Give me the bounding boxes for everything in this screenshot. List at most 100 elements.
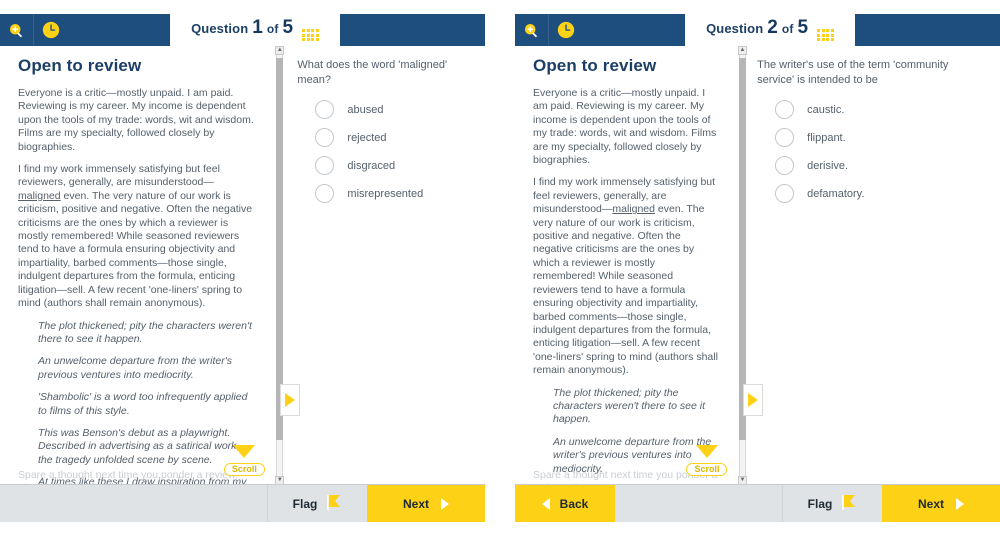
question-total: 5 — [282, 16, 294, 38]
clock-icon[interactable] — [549, 14, 582, 46]
question-text: The writer's use of the term 'community … — [757, 59, 949, 86]
scroll-hint-label: Scroll — [686, 463, 728, 476]
footer-divider — [515, 484, 1000, 485]
next-button[interactable]: Next — [882, 485, 1000, 522]
radio-button-icon[interactable] — [315, 156, 335, 175]
question-total: 5 — [797, 16, 809, 38]
cut-off-text: Spare a thought next time you ponder a r… — [18, 469, 239, 485]
magnifier-plus-icon[interactable] — [0, 14, 33, 46]
of-word: of — [266, 21, 279, 36]
radio-button-icon[interactable] — [775, 100, 795, 119]
clock-icon[interactable] — [34, 14, 67, 46]
expand-passage-button[interactable] — [742, 384, 763, 416]
passage-scrollbar[interactable]: ▲ ▼ — [735, 46, 763, 485]
question-word: Question — [191, 20, 249, 36]
passage-paragraph: Everyone is a critic—mostly unpaid. I am… — [533, 87, 717, 167]
passage-scrollbar[interactable]: ▲ ▼ — [272, 46, 301, 485]
answer-option[interactable]: caustic. — [757, 100, 986, 119]
magnifier-plus-icon[interactable] — [515, 14, 548, 46]
panel-header: Question 2 of 5 — [515, 14, 1000, 46]
question-text: What does the word 'maligned' mean? — [297, 59, 448, 86]
scroll-hint[interactable]: Scroll — [685, 445, 729, 477]
passage-quote: This was Benson's debut as a playwright.… — [38, 426, 240, 466]
flag-icon — [326, 494, 342, 514]
answer-option[interactable]: rejected — [297, 128, 471, 147]
answer-option[interactable]: abused — [297, 100, 471, 119]
next-button[interactable]: Next — [367, 485, 485, 522]
grid-icon[interactable] — [302, 28, 319, 42]
exam-panel-question-2: Question 2 of 5 Open to review Everyone … — [515, 14, 1000, 522]
radio-button-icon[interactable] — [315, 128, 335, 147]
passage-quote: The plot thickened; pity the characters … — [553, 386, 705, 426]
panel-footer: Back Flag Next — [515, 484, 1000, 522]
answer-option-label: derisive. — [807, 159, 849, 172]
chevron-right-icon — [441, 497, 449, 510]
answer-option[interactable]: derisive. — [757, 156, 986, 175]
passage-paragraph: I find my work immensely satisfying but … — [533, 176, 718, 377]
exam-panel-question-1: Question 1 of 5 Open to review Everyone … — [0, 14, 485, 522]
answer-options: caustic. flippant. derisive. defamatory. — [757, 100, 986, 203]
flag-button[interactable]: Flag — [267, 485, 367, 522]
question-counter: Question 2 of 5 — [685, 14, 855, 46]
back-button-label: Back — [559, 496, 589, 511]
radio-button-icon[interactable] — [315, 184, 335, 203]
expand-passage-button[interactable] — [280, 384, 301, 416]
passage-quote: An unwelcome departure from the writer's… — [38, 355, 233, 381]
radio-button-icon[interactable] — [775, 128, 795, 147]
answer-option[interactable]: disgraced — [297, 156, 471, 175]
answer-options: abused rejected disgraced misrepresented — [297, 100, 471, 203]
flag-button-label: Flag — [807, 496, 833, 511]
footer-spacer — [0, 485, 267, 522]
footer-divider — [0, 484, 485, 485]
panel-body: Open to review Everyone is a critic—most… — [515, 46, 1000, 485]
of-word: of — [781, 21, 794, 36]
answer-option[interactable]: misrepresented — [297, 184, 471, 203]
header-right-filler — [340, 14, 485, 46]
radio-button-icon[interactable] — [315, 100, 335, 119]
header-tools — [0, 14, 170, 46]
underlined-term: maligned — [18, 189, 61, 202]
exam-screenshot: Question 1 of 5 Open to review Everyone … — [0, 0, 1000, 536]
scrollbar-thumb[interactable] — [276, 58, 284, 440]
radio-button-icon[interactable] — [775, 184, 795, 203]
radio-button-icon[interactable] — [775, 156, 795, 175]
answer-option[interactable]: defamatory. — [757, 184, 986, 203]
scroll-up-arrow-icon[interactable]: ▲ — [737, 46, 747, 55]
chevron-left-icon — [541, 497, 550, 510]
answer-option-label: flippant. — [807, 131, 846, 144]
scroll-up-arrow-icon[interactable]: ▲ — [275, 46, 285, 55]
next-button-label: Next — [917, 496, 944, 511]
passage-cut-off-line: Spare a thought next time you ponder a r… — [18, 469, 256, 485]
footer-spacer — [615, 485, 782, 522]
grid-icon[interactable] — [817, 28, 834, 42]
underlined-term: maligned — [612, 203, 655, 216]
passage-paragraph: Everyone is a critic—mostly unpaid. I am… — [18, 87, 254, 153]
question-number: 2 — [767, 16, 778, 38]
next-button-label: Next — [402, 496, 429, 511]
question-pane: The writer's use of the term 'community … — [745, 46, 1000, 485]
passage-title: Open to review — [18, 56, 142, 75]
flag-icon — [841, 494, 857, 514]
passage-quote: 'Shambolic' is a word too infrequently a… — [38, 391, 248, 417]
panel-footer: Flag Next — [0, 484, 485, 522]
scrollbar-thumb[interactable] — [738, 58, 746, 440]
passage-pane: Open to review Everyone is a critic—most… — [0, 46, 272, 485]
flag-button[interactable]: Flag — [782, 485, 882, 522]
question-pane: What does the word 'maligned' mean? abus… — [285, 46, 485, 485]
panel-body: Open to review Everyone is a critic—most… — [0, 46, 485, 485]
question-counter: Question 1 of 5 — [170, 14, 340, 46]
chevron-down-icon — [233, 445, 256, 458]
answer-option-label: disgraced — [347, 159, 396, 172]
flag-button-label: Flag — [292, 496, 318, 511]
chevron-down-icon — [695, 445, 718, 458]
scroll-hint[interactable]: Scroll — [222, 445, 266, 477]
answer-option[interactable]: flippant. — [757, 128, 986, 147]
answer-option-label: defamatory. — [807, 187, 865, 200]
back-button[interactable]: Back — [515, 485, 615, 522]
passage-quote: The plot thickened; pity the characters … — [38, 319, 252, 345]
question-number: 1 — [252, 16, 263, 38]
answer-option-label: rejected — [347, 131, 387, 144]
answer-option-label: caustic. — [807, 103, 845, 116]
header-right-filler — [855, 14, 1000, 46]
header-tools — [515, 14, 685, 46]
